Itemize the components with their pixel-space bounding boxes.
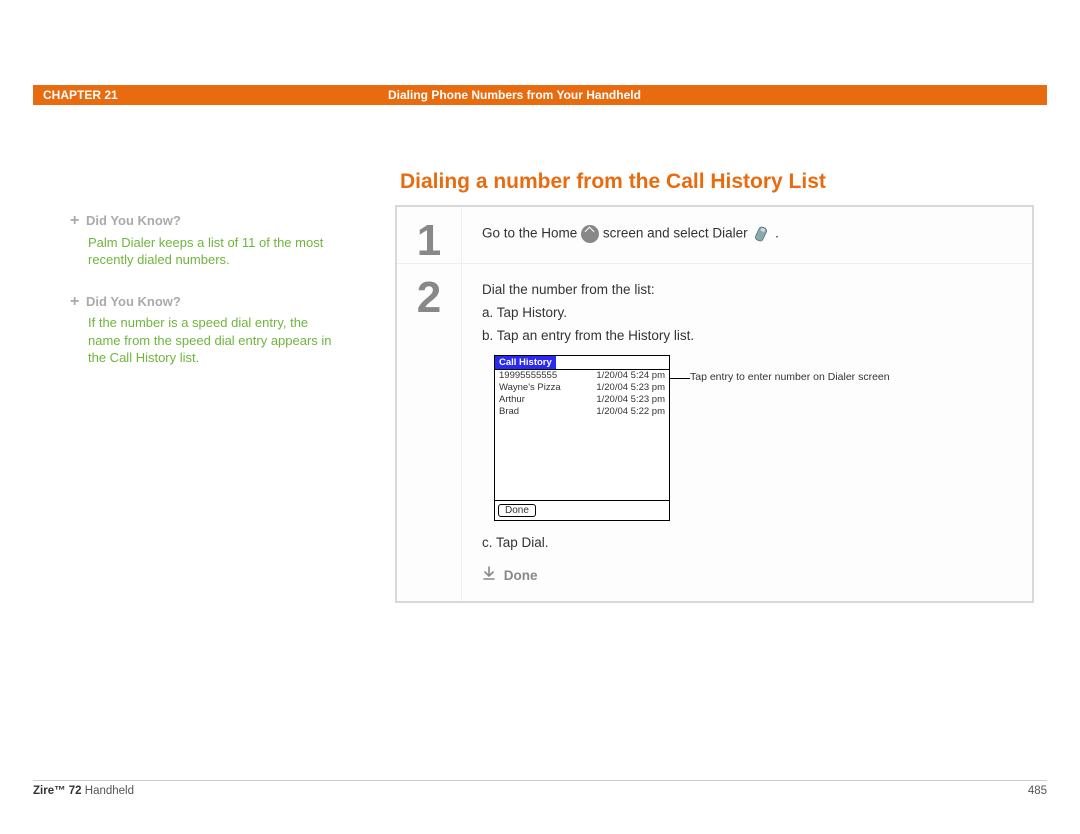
footer-page-number: 485 xyxy=(1028,785,1047,797)
pda-entry-name: Wayne's Pizza xyxy=(499,382,561,394)
page-footer: Zire™ 72 Handheld 485 xyxy=(33,780,1047,797)
plus-icon: + xyxy=(70,291,86,313)
pda-window-title: Call History xyxy=(495,356,556,369)
step1-text-b: screen and select Dialer xyxy=(603,226,752,241)
pda-entry[interactable]: Brad 1/20/04 5:22 pm xyxy=(495,406,669,418)
home-icon xyxy=(581,225,599,243)
done-arrow-icon xyxy=(482,566,496,583)
substep-b: b. Tap an entry from the History list. xyxy=(482,328,1012,343)
did-you-know-block: +Did You Know? If the number is a speed … xyxy=(70,291,335,367)
pda-history-list: 19995555555 1/20/04 5:24 pm Wayne's Pizz… xyxy=(495,370,669,500)
sidebar: +Did You Know? Palm Dialer keeps a list … xyxy=(70,210,335,389)
step-number: 1 xyxy=(397,207,461,263)
step-row-2: 2 Dial the number from the list: a. Tap … xyxy=(397,263,1032,601)
callout-line xyxy=(670,378,690,379)
did-you-know-title: Did You Know? xyxy=(86,213,181,228)
step-body: Dial the number from the list: a. Tap Hi… xyxy=(461,264,1032,601)
pda-entry[interactable]: 19995555555 1/20/04 5:24 pm xyxy=(495,370,669,382)
step1-text-a: Go to the Home xyxy=(482,226,581,241)
pda-entry-time: 1/20/04 5:23 pm xyxy=(596,382,665,394)
chapter-title: Dialing Phone Numbers from Your Handheld xyxy=(388,88,1047,102)
did-you-know-body: If the number is a speed dial entry, the… xyxy=(88,314,335,367)
did-you-know-body: Palm Dialer keeps a list of 11 of the mo… xyxy=(88,234,335,269)
step2-intro: Dial the number from the list: xyxy=(482,282,1012,297)
pda-entry-name: Brad xyxy=(499,406,519,418)
dialer-icon xyxy=(751,225,771,243)
pda-footer: Done xyxy=(495,500,669,520)
did-you-know-block: +Did You Know? Palm Dialer keeps a list … xyxy=(70,210,335,269)
substep-a: a. Tap History. xyxy=(482,305,1012,320)
page-title: Dialing a number from the Call History L… xyxy=(400,170,826,194)
done-label: Done xyxy=(504,568,538,583)
pda-done-button[interactable]: Done xyxy=(498,504,536,517)
pda-entry-name: Arthur xyxy=(499,394,525,406)
steps-box: 1 Go to the Home screen and select Diale… xyxy=(395,205,1034,603)
chapter-header-bar: CHAPTER 21 Dialing Phone Numbers from Yo… xyxy=(33,85,1047,105)
step-row-1: 1 Go to the Home screen and select Diale… xyxy=(397,207,1032,263)
callout-label: Tap entry to enter number on Dialer scre… xyxy=(690,371,910,383)
plus-icon: + xyxy=(70,210,86,232)
pda-title-row: Call History xyxy=(495,356,669,370)
footer-product-rest: Handheld xyxy=(82,785,134,797)
step1-text-c: . xyxy=(775,226,779,241)
substep-c: c. Tap Dial. xyxy=(482,535,1012,550)
pda-entry-time: 1/20/04 5:22 pm xyxy=(596,406,665,418)
done-row: Done xyxy=(482,566,1012,583)
step-number: 2 xyxy=(397,264,461,601)
pda-entry-time: 1/20/04 5:24 pm xyxy=(596,370,665,382)
pda-frame: Call History 19995555555 1/20/04 5:24 pm… xyxy=(494,355,670,521)
chapter-label: CHAPTER 21 xyxy=(33,88,388,102)
pda-screenshot-area: Call History 19995555555 1/20/04 5:24 pm… xyxy=(494,355,1012,521)
footer-product: Zire™ 72 Handheld xyxy=(33,785,134,797)
pda-entry-name: 19995555555 xyxy=(499,370,557,382)
callout-text: Tap entry to enter number on Dialer scre… xyxy=(690,371,890,383)
did-you-know-title: Did You Know? xyxy=(86,294,181,309)
pda-entry-time: 1/20/04 5:23 pm xyxy=(596,394,665,406)
pda-entry[interactable]: Arthur 1/20/04 5:23 pm xyxy=(495,394,669,406)
step-body: Go to the Home screen and select Dialer … xyxy=(461,207,1032,263)
footer-product-bold: Zire™ 72 xyxy=(33,785,82,797)
pda-entry[interactable]: Wayne's Pizza 1/20/04 5:23 pm xyxy=(495,382,669,394)
